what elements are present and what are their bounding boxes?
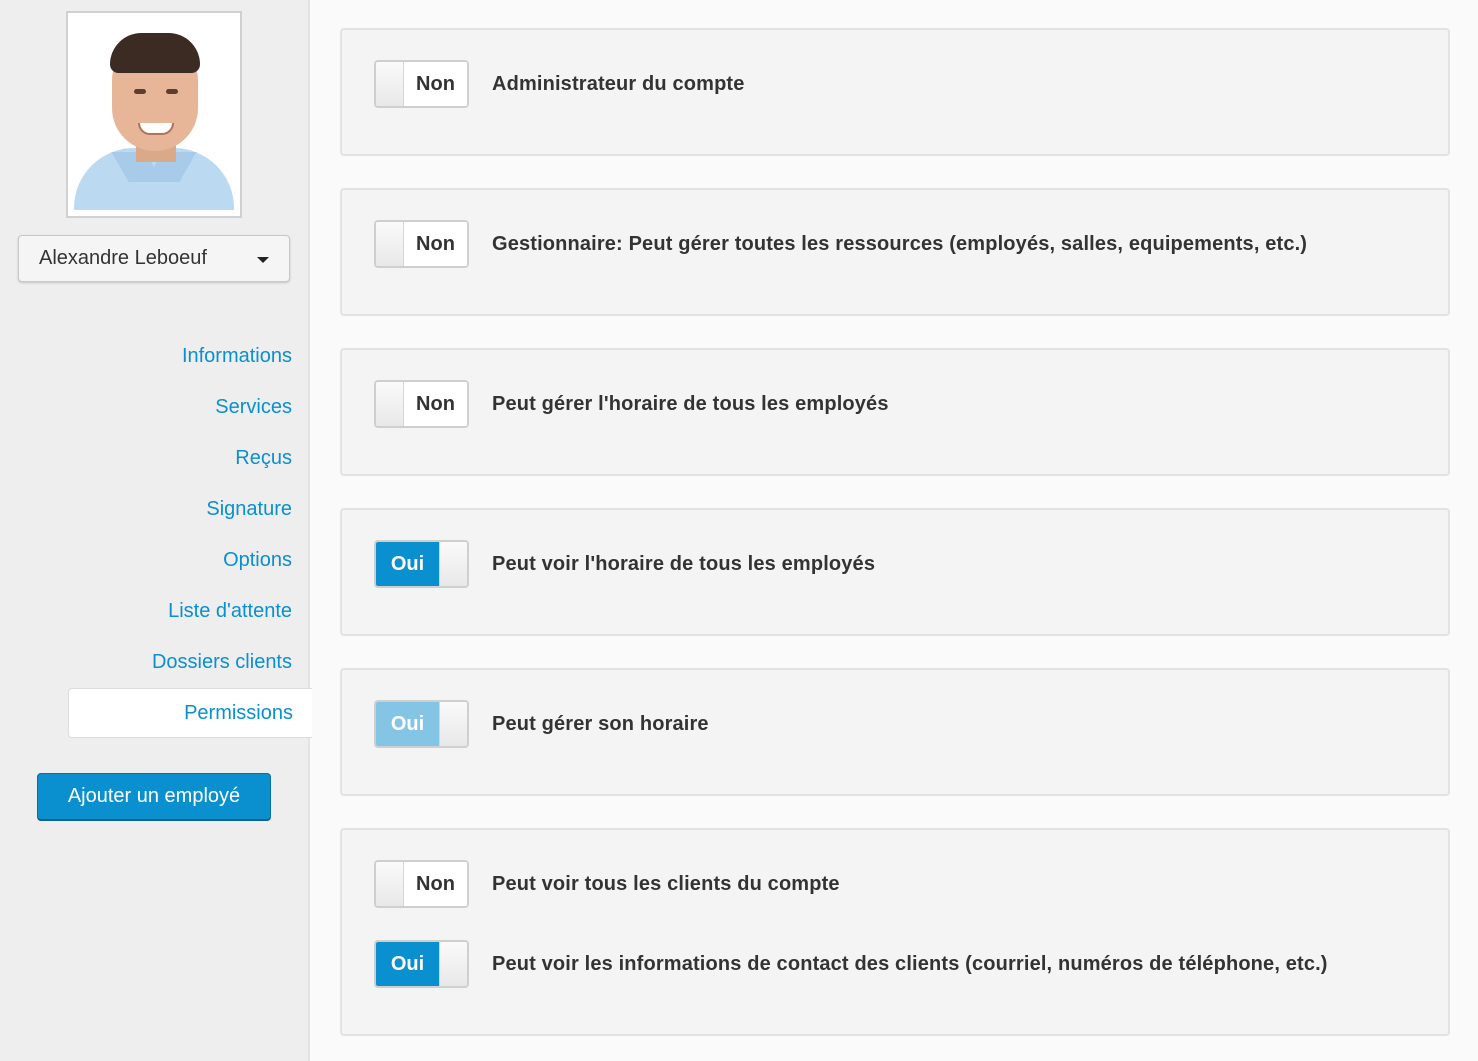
permission-card-clients: Non Peut voir tous les clients du compte… bbox=[340, 828, 1450, 1036]
employee-select-dropdown[interactable]: Alexandre Leboeuf bbox=[18, 235, 290, 282]
permission-label: Peut voir tous les clients du compte bbox=[492, 872, 840, 895]
sidebar: Alexandre Leboeuf Informations Services … bbox=[0, 0, 312, 1061]
toggle-state: Non bbox=[404, 862, 467, 906]
toggle-manage-all-schedules[interactable]: Non bbox=[374, 380, 469, 428]
permission-row: Non Peut voir tous les clients du compte bbox=[374, 860, 1416, 908]
toggle-knob bbox=[376, 382, 404, 426]
sidebar-item-options[interactable]: Options bbox=[0, 535, 310, 586]
employee-photo bbox=[66, 11, 242, 218]
toggle-account-admin[interactable]: Non bbox=[374, 60, 469, 108]
sidebar-item-recus[interactable]: Reçus bbox=[0, 433, 310, 484]
permission-row: Oui Peut voir les informations de contac… bbox=[374, 940, 1416, 988]
permission-card-view-all-schedules: Oui Peut voir l'horaire de tous les empl… bbox=[340, 508, 1450, 636]
employee-name: Alexandre Leboeuf bbox=[39, 247, 207, 269]
add-employee-button[interactable]: Ajouter un employé bbox=[37, 773, 271, 821]
permission-row: Non Peut gérer l'horaire de tous les emp… bbox=[374, 380, 1416, 428]
permission-card-manage-own-schedule: Oui Peut gérer son horaire bbox=[340, 668, 1450, 796]
toggle-state: Non bbox=[404, 62, 467, 106]
permission-label: Administrateur du compte bbox=[492, 72, 745, 95]
toggle-state: Oui bbox=[376, 542, 439, 586]
toggle-state: Oui bbox=[376, 702, 439, 746]
permissions-panel: Non Administrateur du compte Non Gestion… bbox=[340, 28, 1450, 1061]
sidebar-item-signature[interactable]: Signature bbox=[0, 484, 310, 535]
permission-label: Peut gérer l'horaire de tous les employé… bbox=[492, 392, 889, 415]
toggle-manager[interactable]: Non bbox=[374, 220, 469, 268]
toggle-knob bbox=[376, 62, 404, 106]
sidebar-item-services[interactable]: Services bbox=[0, 382, 310, 433]
sidebar-nav: Informations Services Reçus Signature Op… bbox=[0, 331, 312, 738]
sidebar-item-dossiers-clients[interactable]: Dossiers clients bbox=[0, 637, 310, 688]
caret-down-icon bbox=[257, 257, 269, 263]
permission-card-manager: Non Gestionnaire: Peut gérer toutes les … bbox=[340, 188, 1450, 316]
permission-label: Peut voir l'horaire de tous les employés bbox=[492, 552, 876, 575]
permission-card-admin: Non Administrateur du compte bbox=[340, 28, 1450, 156]
toggle-state: Oui bbox=[376, 942, 439, 986]
toggle-view-all-clients[interactable]: Non bbox=[374, 860, 469, 908]
toggle-knob bbox=[439, 542, 467, 586]
permission-label: Gestionnaire: Peut gérer toutes les ress… bbox=[492, 232, 1308, 255]
sidebar-item-permissions[interactable]: Permissions bbox=[68, 688, 312, 738]
permission-row: Non Administrateur du compte bbox=[374, 60, 1416, 108]
toggle-knob bbox=[439, 942, 467, 986]
sidebar-item-liste-attente[interactable]: Liste d'attente bbox=[0, 586, 310, 637]
toggle-state: Non bbox=[404, 222, 467, 266]
toggle-view-all-schedules[interactable]: Oui bbox=[374, 540, 469, 588]
toggle-knob bbox=[439, 702, 467, 746]
permission-label: Peut voir les informations de contact de… bbox=[492, 952, 1328, 975]
toggle-manage-own-schedule: Oui bbox=[374, 700, 469, 748]
permission-row: Oui Peut voir l'horaire de tous les empl… bbox=[374, 540, 1416, 588]
permission-row: Oui Peut gérer son horaire bbox=[374, 700, 1416, 748]
sidebar-item-informations[interactable]: Informations bbox=[0, 331, 310, 382]
toggle-knob bbox=[376, 222, 404, 266]
toggle-knob bbox=[376, 862, 404, 906]
toggle-state: Non bbox=[404, 382, 467, 426]
permission-row: Non Gestionnaire: Peut gérer toutes les … bbox=[374, 220, 1416, 268]
permission-card-manage-all-schedules: Non Peut gérer l'horaire de tous les emp… bbox=[340, 348, 1450, 476]
avatar bbox=[74, 19, 234, 210]
permission-label: Peut gérer son horaire bbox=[492, 712, 709, 735]
toggle-view-client-contact-info[interactable]: Oui bbox=[374, 940, 469, 988]
